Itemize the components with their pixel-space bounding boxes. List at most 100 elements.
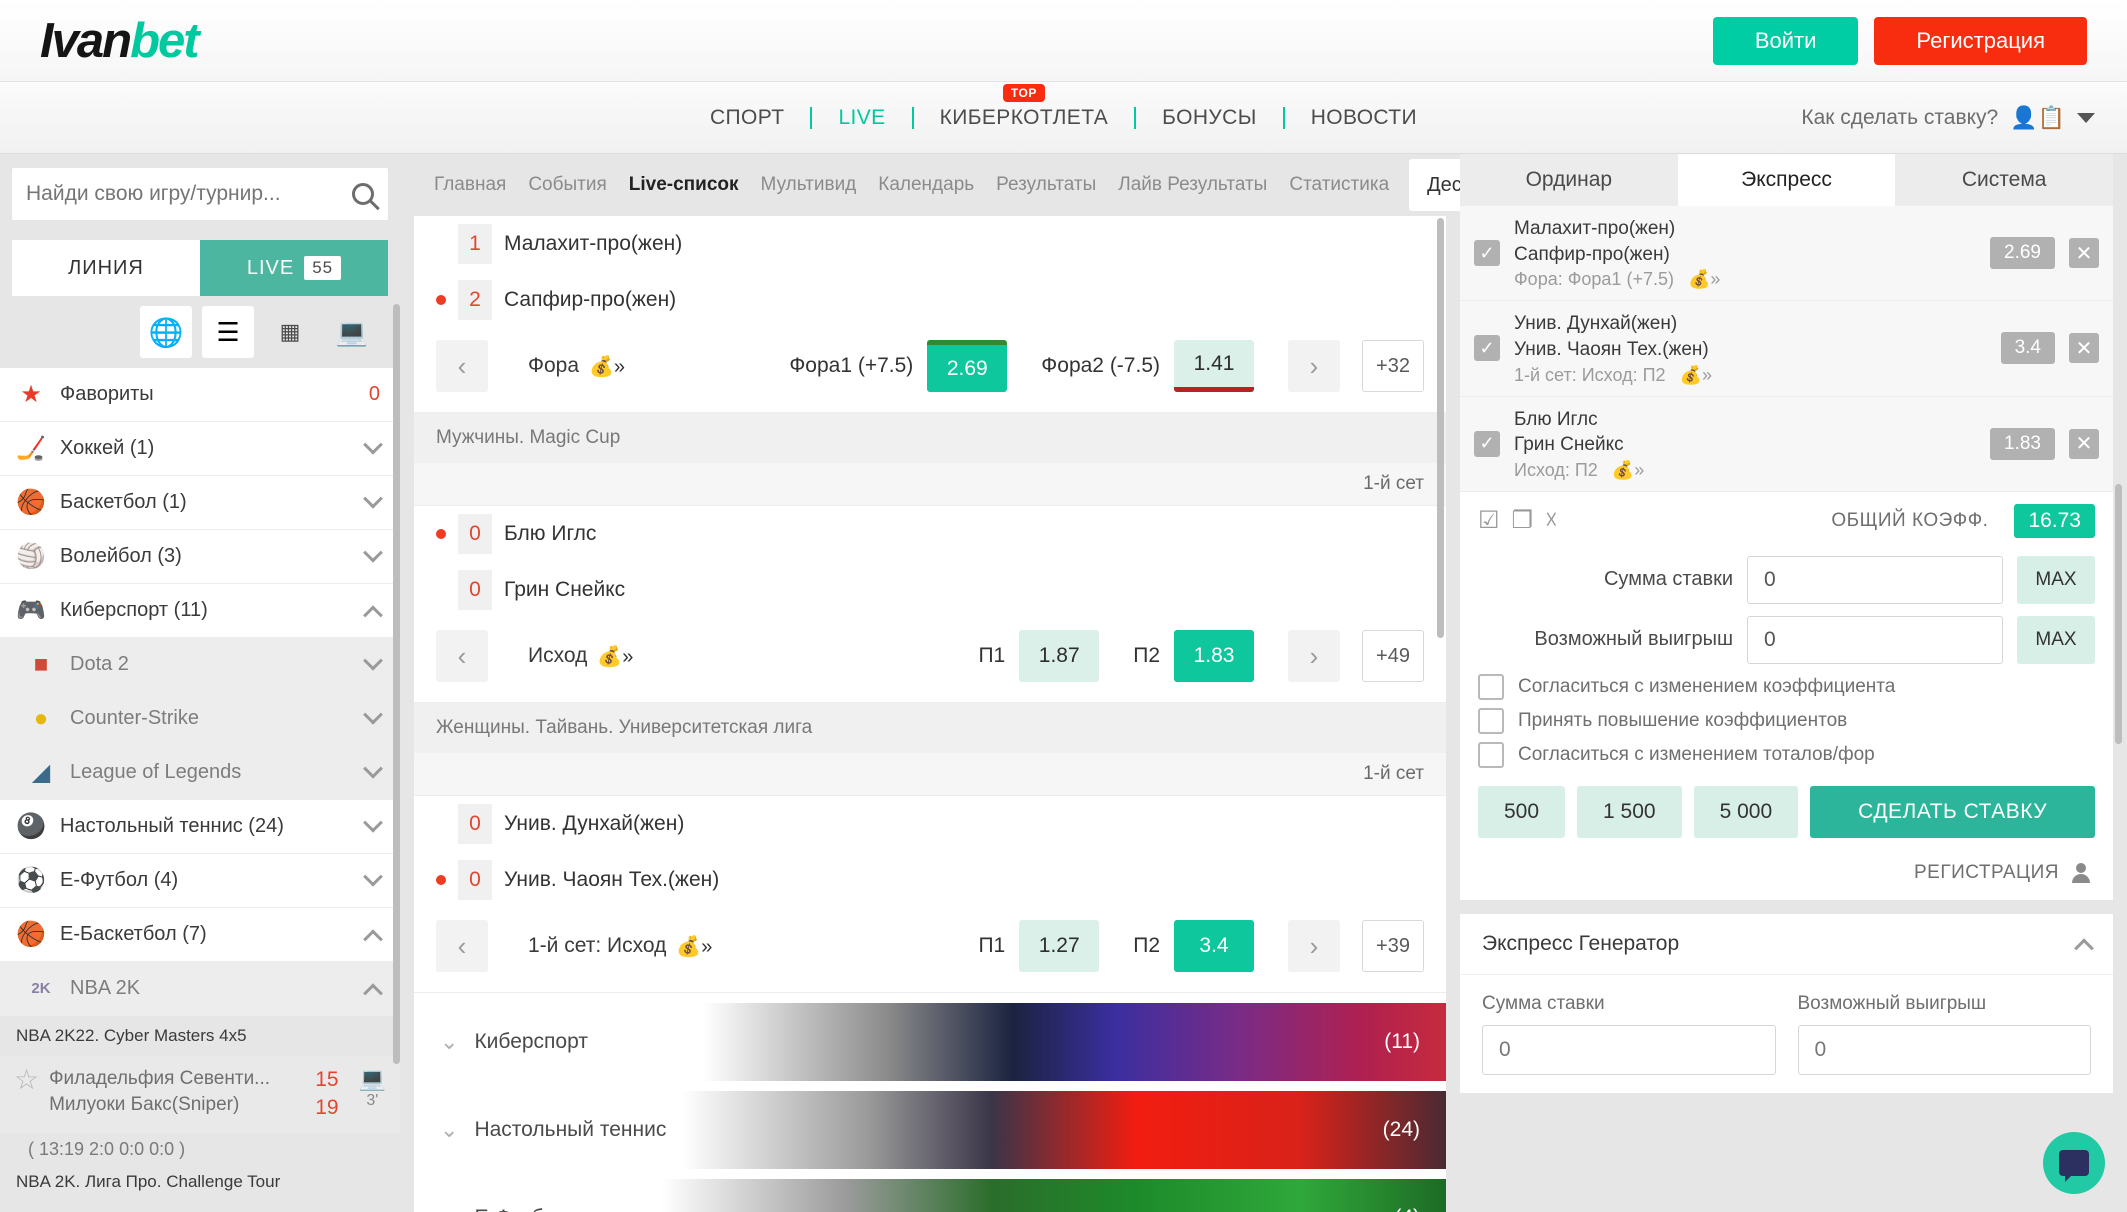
search-input[interactable]: [26, 182, 352, 206]
team-home-name[interactable]: Унив. Дунхай(жен): [504, 812, 684, 836]
tab-line[interactable]: ЛИНИЯ: [12, 240, 200, 296]
sidebar-item-esports[interactable]: 🎮 Киберспорт (11): [0, 584, 400, 638]
selection-checkbox[interactable]: ✓: [1474, 240, 1500, 266]
sidebar-mini-match[interactable]: ☆ Филадельфия Севенти... Милуоки Бакс(Sn…: [0, 1056, 400, 1133]
category-banner-e-football[interactable]: ⌄ Е-Футбол (4): [414, 1179, 1446, 1212]
remove-selection-button[interactable]: ✕: [2069, 238, 2099, 268]
sidebar-item-e-basketball[interactable]: 🏀 Е-Баскетбол (7): [0, 908, 400, 962]
breadcrumb-home[interactable]: Главная: [434, 174, 506, 196]
category-banner-table-tennis[interactable]: ⌄ Настольный теннис (24): [414, 1091, 1446, 1169]
prev-market-button[interactable]: ‹: [436, 630, 488, 682]
accept-odds-increase-checkbox[interactable]: [1478, 708, 1504, 734]
accept-odds-change-checkbox[interactable]: [1478, 674, 1504, 700]
prev-market-button[interactable]: ‹: [436, 920, 488, 972]
odds-cell-2[interactable]: 1.41: [1174, 340, 1254, 392]
sidebar-item-counter-strike[interactable]: ● Counter-Strike: [0, 692, 400, 746]
breadcrumb-live-results[interactable]: Лайв Результаты: [1118, 174, 1267, 196]
sidebar-item-dota2[interactable]: ■ Dota 2: [0, 638, 400, 692]
quick-amount-5000[interactable]: 5 000: [1694, 786, 1799, 838]
category-banner-esports[interactable]: ⌄ Киберспорт (11): [414, 1003, 1446, 1081]
quick-amount-1500[interactable]: 1 500: [1577, 786, 1682, 838]
next-market-button[interactable]: ›: [1288, 920, 1340, 972]
remove-selection-button[interactable]: ✕: [2069, 333, 2099, 363]
breadcrumb-statistics[interactable]: Статистика: [1289, 174, 1389, 196]
select-all-icon[interactable]: ☑: [1478, 506, 1500, 535]
sidebar-item-basketball[interactable]: 🏀 Баскетбол (1): [0, 476, 400, 530]
chevron-down-icon: [363, 704, 383, 724]
nav-item-bonuses[interactable]: БОНУСЫ: [1136, 106, 1283, 130]
field-icon[interactable]: ▦: [264, 306, 316, 358]
team-away-name[interactable]: Сапфир-про(жен): [504, 288, 676, 312]
sidebar-item-volleyball[interactable]: 🏐 Волейбол (3): [0, 530, 400, 584]
betslip-register-link[interactable]: РЕГИСТРАЦИЯ: [1460, 848, 2113, 900]
board-scrollbar[interactable]: [1437, 218, 1444, 638]
sidebar-item-table-tennis[interactable]: 🎱 Настольный теннис (24): [0, 800, 400, 854]
nav-item-kiberkotleta[interactable]: TOP КИБЕРКОТЛЕТА: [914, 106, 1135, 130]
breadcrumb-live-list[interactable]: Live-список: [629, 174, 739, 196]
generator-header[interactable]: Экспресс Генератор: [1460, 914, 2113, 975]
odds-cell-1[interactable]: 2.69: [927, 340, 1007, 392]
stake-max-button[interactable]: MAX: [2017, 556, 2095, 604]
place-bet-button[interactable]: СДЕЛАТЬ СТАВКУ: [1810, 786, 2095, 838]
breadcrumb-multiview[interactable]: Мультивид: [761, 174, 857, 196]
sidebar-item-hockey[interactable]: 🏒 Хоккей (1): [0, 422, 400, 476]
breadcrumb-results[interactable]: Результаты: [996, 174, 1096, 196]
tab-ordinar[interactable]: Ординар: [1460, 154, 1678, 206]
search-box[interactable]: [12, 168, 388, 220]
selection-checkbox[interactable]: ✓: [1474, 335, 1500, 361]
copy-icon[interactable]: ❐: [1512, 506, 1534, 535]
win-input[interactable]: [1747, 616, 2003, 664]
sidebar-scrollbar[interactable]: [393, 304, 400, 1064]
clear-all-icon[interactable]: ☓: [1545, 506, 1558, 535]
search-icon[interactable]: [352, 183, 374, 205]
more-markets-button[interactable]: +39: [1362, 920, 1424, 972]
favorite-star-icon[interactable]: ☆: [14, 1066, 39, 1094]
stake-input[interactable]: [1747, 556, 2003, 604]
globe-icon[interactable]: 🌐: [140, 306, 192, 358]
generator-stake-input[interactable]: [1482, 1025, 1776, 1075]
stake-row: Сумма ставки MAX: [1460, 550, 2113, 610]
tv-icon[interactable]: 💻: [359, 1066, 386, 1092]
next-market-button[interactable]: ›: [1288, 340, 1340, 392]
team-home-name[interactable]: Блю Иглс: [504, 522, 596, 546]
nav-item-live[interactable]: LIVE: [812, 106, 911, 130]
nav-item-news[interactable]: НОВОСТИ: [1285, 106, 1443, 130]
login-button[interactable]: Войти: [1713, 17, 1859, 65]
tab-system[interactable]: Система: [1895, 154, 2113, 206]
next-market-button[interactable]: ›: [1288, 630, 1340, 682]
generator-win-input[interactable]: [1798, 1025, 2092, 1075]
list-icon[interactable]: ☰: [202, 306, 254, 358]
team-away-name[interactable]: Унив. Чаоян Тех.(жен): [504, 868, 719, 892]
breadcrumb-events[interactable]: События: [528, 174, 606, 196]
chat-button[interactable]: [2043, 1132, 2105, 1194]
tv-icon[interactable]: 💻: [326, 306, 378, 358]
tab-live[interactable]: LIVE 55: [200, 240, 388, 296]
register-button[interactable]: Регистрация: [1874, 17, 2087, 65]
more-markets-button[interactable]: +32: [1362, 340, 1424, 392]
sidebar-item-nba2k[interactable]: 2K NBA 2K: [0, 962, 400, 1016]
sidebar-item-e-football[interactable]: ⚽ Е-Футбол (4): [0, 854, 400, 908]
selection-checkbox[interactable]: ✓: [1474, 431, 1500, 457]
sidebar-item-league-of-legends[interactable]: ◢ League of Legends: [0, 746, 400, 800]
tab-express[interactable]: Экспресс: [1678, 154, 1896, 206]
team-away-name[interactable]: Грин Снейкс: [504, 578, 625, 602]
accept-totals-change-checkbox[interactable]: [1478, 742, 1504, 768]
category-label: Е-Футбол: [474, 1206, 567, 1212]
prev-market-button[interactable]: ‹: [436, 340, 488, 392]
odds-cell-2[interactable]: 1.83: [1174, 630, 1254, 682]
win-max-button[interactable]: MAX: [2017, 616, 2095, 664]
how-to-bet-link[interactable]: Как сделать ставку? 👤📋: [1801, 105, 2095, 131]
quick-amount-500[interactable]: 500: [1478, 786, 1565, 838]
breadcrumb-calendar[interactable]: Календарь: [878, 174, 974, 196]
nav-item-sport[interactable]: СПОРТ: [684, 106, 811, 130]
team-home-name[interactable]: Малахит-про(жен): [504, 232, 682, 256]
sidebar-item-favorites[interactable]: ★ Фавориты 0: [0, 368, 400, 422]
odds-cell-1[interactable]: 1.27: [1019, 920, 1099, 972]
betslip-scrollbar[interactable]: [2115, 484, 2122, 744]
odds-cell-2[interactable]: 3.4: [1174, 920, 1254, 972]
more-markets-button[interactable]: +49: [1362, 630, 1424, 682]
remove-selection-button[interactable]: ✕: [2069, 429, 2099, 459]
site-logo[interactable]: Ivanbet: [40, 13, 198, 69]
hockey-puck-icon: 🏒: [14, 432, 48, 466]
odds-cell-1[interactable]: 1.87: [1019, 630, 1099, 682]
